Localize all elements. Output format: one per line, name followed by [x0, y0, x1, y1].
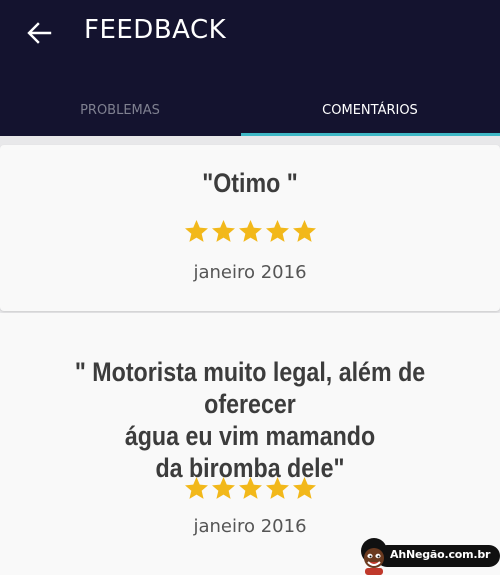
star-icon: [265, 220, 289, 242]
star-icon: [292, 220, 316, 242]
star-icon: [184, 220, 208, 242]
feedback-date: janeiro 2016: [193, 516, 307, 537]
star-icon: [211, 477, 235, 499]
arrow-left-icon[interactable]: [26, 20, 52, 46]
star-rating: [0, 218, 500, 245]
mascot-face-icon: [361, 538, 387, 575]
app-bar: FEEDBACK PROBLEMAS COMENTÁRIOS: [0, 0, 500, 136]
active-tab-indicator: [241, 133, 500, 136]
star-icon: [211, 220, 235, 242]
star-icon: [292, 477, 316, 499]
tab-bar: PROBLEMAS COMENTÁRIOS: [0, 84, 500, 136]
feedback-comment: "Otimo ": [202, 168, 298, 198]
watermark-text: AhNegão.com.br: [390, 548, 491, 561]
page-title: FEEDBACK: [84, 15, 227, 45]
tab-problemas[interactable]: PROBLEMAS: [0, 84, 240, 136]
watermark: AhNegão.com.br: [356, 537, 500, 575]
feedback-date: janeiro 2016: [193, 262, 307, 283]
star-icon: [265, 477, 289, 499]
star-rating: [0, 475, 500, 502]
feedback-comment: " Motorista muito legal, além de oferece…: [74, 357, 426, 483]
tab-comentarios[interactable]: COMENTÁRIOS: [240, 84, 500, 136]
star-icon: [238, 477, 262, 499]
star-icon: [184, 477, 208, 499]
star-icon: [238, 220, 262, 242]
